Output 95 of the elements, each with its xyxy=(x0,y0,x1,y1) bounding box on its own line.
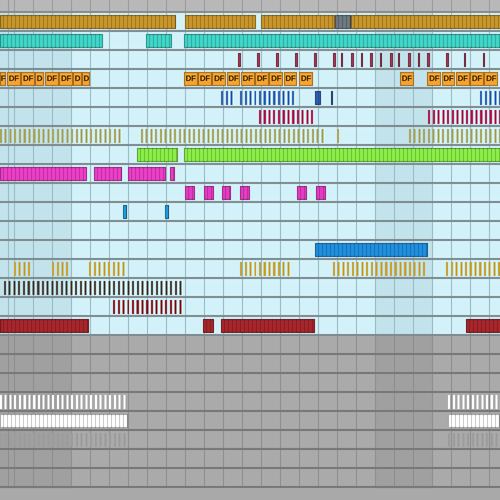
midi-notes-clip[interactable] xyxy=(240,91,297,105)
clip[interactable]: DF xyxy=(212,72,226,86)
midi-notes-clip[interactable] xyxy=(448,433,500,447)
clip[interactable] xyxy=(203,319,214,333)
midi-notes-clip[interactable] xyxy=(89,262,126,276)
clip[interactable] xyxy=(333,53,336,67)
clip[interactable]: DF xyxy=(400,72,414,86)
midi-notes-clip[interactable] xyxy=(448,395,500,409)
clip[interactable] xyxy=(0,15,176,29)
clip[interactable]: DF xyxy=(198,72,212,86)
clip[interactable] xyxy=(94,167,122,181)
clip[interactable] xyxy=(184,34,500,48)
midi-notes-clip[interactable] xyxy=(409,129,500,143)
clip[interactable] xyxy=(240,186,250,200)
clip[interactable]: D xyxy=(82,72,90,86)
midi-notes-clip[interactable] xyxy=(428,110,500,124)
midi-notes-clip[interactable] xyxy=(333,262,428,276)
clip[interactable] xyxy=(204,186,214,200)
midi-notes-clip[interactable] xyxy=(240,262,290,276)
clip[interactable] xyxy=(137,148,178,162)
midi-notes-clip[interactable] xyxy=(0,129,122,143)
clip[interactable] xyxy=(122,205,128,219)
clip[interactable]: DF xyxy=(226,72,240,86)
clip[interactable] xyxy=(0,319,90,333)
clip[interactable] xyxy=(276,53,279,67)
clip[interactable] xyxy=(316,186,326,200)
clip[interactable]: DF xyxy=(59,72,73,86)
timeline-ruler[interactable] xyxy=(0,0,500,13)
clip[interactable] xyxy=(427,53,430,67)
clip[interactable]: DF xyxy=(484,72,498,86)
clip[interactable] xyxy=(261,15,335,29)
midi-notes-clip[interactable] xyxy=(258,110,316,124)
clip[interactable]: DF xyxy=(299,72,313,86)
midi-notes-clip[interactable] xyxy=(446,262,500,276)
clip[interactable]: D xyxy=(73,72,82,86)
clip[interactable] xyxy=(334,15,352,29)
clip[interactable] xyxy=(0,34,104,48)
clip[interactable]: DF xyxy=(427,72,442,86)
clip[interactable] xyxy=(408,53,411,67)
clip[interactable] xyxy=(446,53,449,67)
clip[interactable] xyxy=(257,53,260,67)
clip[interactable] xyxy=(351,15,500,29)
clip[interactable]: D xyxy=(35,72,44,86)
clip[interactable] xyxy=(360,53,364,67)
midi-notes-clip[interactable] xyxy=(337,129,340,143)
clip[interactable] xyxy=(297,186,307,200)
clip[interactable]: DF xyxy=(470,72,484,86)
clip[interactable]: DF xyxy=(284,72,298,86)
clip[interactable] xyxy=(170,167,176,181)
clip[interactable] xyxy=(221,319,316,333)
midi-notes-clip[interactable] xyxy=(480,91,500,105)
midi-notes-clip[interactable] xyxy=(141,129,326,143)
clip[interactable] xyxy=(418,53,420,67)
clip[interactable] xyxy=(466,319,500,333)
clip[interactable] xyxy=(184,148,500,162)
clip[interactable] xyxy=(370,53,373,67)
clip[interactable]: DF xyxy=(44,72,59,86)
midi-notes-clip[interactable] xyxy=(220,91,235,105)
clip[interactable]: DF xyxy=(184,72,198,86)
clip[interactable]: DF xyxy=(6,72,21,86)
clip[interactable] xyxy=(340,53,343,67)
clip[interactable]: F xyxy=(0,72,6,86)
clip[interactable] xyxy=(222,186,232,200)
clip[interactable] xyxy=(380,53,382,67)
clip[interactable] xyxy=(185,15,256,29)
clip[interactable] xyxy=(238,53,241,67)
clip[interactable] xyxy=(0,414,128,428)
clip[interactable] xyxy=(0,167,88,181)
clip[interactable]: DF xyxy=(269,72,284,86)
midi-notes-clip[interactable] xyxy=(14,262,31,276)
clip[interactable] xyxy=(295,53,298,67)
clip[interactable] xyxy=(448,414,500,428)
clip[interactable] xyxy=(314,53,317,67)
clip[interactable] xyxy=(351,53,354,67)
clip[interactable]: DF xyxy=(240,72,255,86)
clip[interactable] xyxy=(185,186,194,200)
midi-notes-clip[interactable] xyxy=(52,262,68,276)
midi-notes-clip[interactable] xyxy=(112,300,182,314)
midi-notes-clip[interactable] xyxy=(4,281,184,295)
clip[interactable]: DF xyxy=(21,72,35,86)
clip[interactable] xyxy=(330,91,334,105)
clip[interactable] xyxy=(464,53,466,67)
clip[interactable]: DF xyxy=(442,72,456,86)
clip[interactable]: DF xyxy=(456,72,470,86)
clip[interactable] xyxy=(128,167,166,181)
clip[interactable] xyxy=(146,34,172,48)
midi-notes-clip[interactable] xyxy=(0,395,128,409)
clip[interactable] xyxy=(315,243,428,257)
clip[interactable] xyxy=(398,53,400,67)
clip[interactable] xyxy=(483,53,486,67)
clip[interactable] xyxy=(315,91,321,105)
clip[interactable] xyxy=(390,53,393,67)
clip[interactable] xyxy=(165,205,170,219)
clip[interactable]: DF xyxy=(255,72,269,86)
midi-notes-clip[interactable] xyxy=(0,433,128,447)
